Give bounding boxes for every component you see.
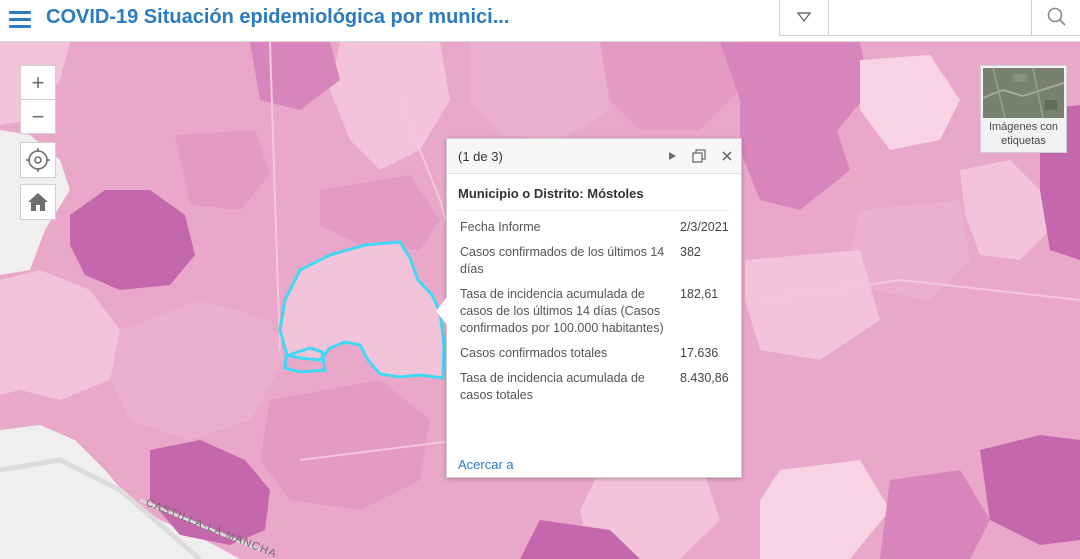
maximize-icon (692, 149, 706, 163)
attribute-label: Fecha Informe (460, 220, 541, 234)
locate-button[interactable] (20, 142, 56, 178)
close-icon (722, 151, 732, 161)
home-icon (28, 193, 48, 211)
popup-header: (1 de 3) (447, 139, 741, 174)
attribute-label: Tasa de incidencia acumulada de casos de… (460, 287, 664, 335)
basemap-thumbnail (983, 68, 1064, 118)
play-icon (669, 152, 676, 160)
attribute-value: 8.430,86 (680, 371, 729, 385)
attribute-label: Casos confirmados de los últimos 14 días (460, 245, 665, 276)
attribute-label: Tasa de incidencia acumulada de casos to… (460, 371, 645, 402)
attribute-value: 382 (680, 245, 701, 259)
attribute-row: Casos confirmados totales 17.636 (460, 345, 730, 370)
app-header: COVID-19 Situación epidemiológica por mu… (0, 0, 1080, 42)
attribute-label: Casos confirmados totales (460, 346, 608, 360)
popup-feature-count: (1 de 3) (458, 149, 503, 164)
app-title: COVID-19 Situación epidemiológica por mu… (46, 6, 510, 28)
basemap-toggle[interactable]: Imágenes con etiquetas (980, 65, 1067, 153)
attribute-row: Tasa de incidencia acumulada de casos to… (460, 370, 730, 412)
zoom-out-button[interactable]: − (21, 100, 55, 133)
search-icon (1047, 7, 1066, 26)
crosshair-icon (26, 148, 50, 172)
next-feature-button[interactable] (664, 148, 680, 164)
attribute-value: 17.636 (680, 346, 719, 360)
search-input[interactable] (829, 0, 1031, 33)
zoom-controls: + − (20, 65, 56, 134)
popup-title: Municipio o Distrito: Móstoles (458, 186, 644, 201)
zoom-to-link[interactable]: Acercar a (458, 457, 514, 472)
attribute-row: Casos confirmados de los últimos 14 días… (460, 244, 730, 286)
basemap-label: Imágenes con etiquetas (988, 121, 1059, 147)
zoom-in-button[interactable]: + (21, 66, 55, 100)
search-source-dropdown[interactable] (780, 0, 829, 35)
attribute-value: 2/3/2021 (680, 220, 729, 234)
info-popup: (1 de 3) Municipio o Distrito: Móstoles … (446, 138, 742, 478)
close-popup-button[interactable] (719, 148, 735, 164)
menu-icon[interactable] (9, 8, 31, 30)
attribute-table: Fecha Informe 2/3/2021 Casos confirmados… (460, 219, 730, 412)
attribute-value: 182,61 (680, 287, 719, 301)
popup-divider (458, 210, 730, 211)
home-button[interactable] (20, 184, 56, 220)
popup-pointer (436, 297, 447, 325)
search-button[interactable] (1031, 0, 1080, 35)
attribute-row: Fecha Informe 2/3/2021 (460, 219, 730, 244)
chevron-down-icon (796, 12, 812, 23)
search-bar (779, 0, 1080, 36)
attribute-row: Tasa de incidencia acumulada de casos de… (460, 286, 730, 345)
maximize-button[interactable] (691, 148, 707, 164)
